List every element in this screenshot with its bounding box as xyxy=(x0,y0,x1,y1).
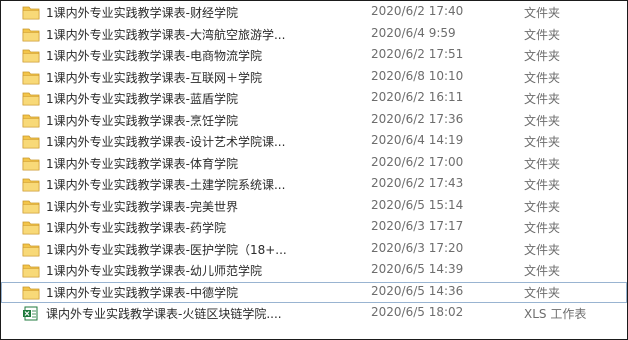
folder-icon xyxy=(22,134,40,149)
folder-icon xyxy=(22,70,40,85)
item-type: 文件夹 xyxy=(524,285,561,300)
folder-row[interactable]: 1课内外专业实践教学课表-土建学院系统课... 2020/6/2 17:43 文件夹 xyxy=(1,174,627,196)
folder-row[interactable]: 1课内外专业实践教学课表-医护学院（18+... 2020/6/3 17:20 文件… xyxy=(1,239,627,261)
item-name[interactable]: 课内外专业实践教学课表-火链区块链学院.... xyxy=(46,305,361,322)
file-list: 1课内外专业实践教学课表-财经学院 2020/6/2 17:40 文件夹 1课内外专… xyxy=(1,2,627,325)
folder-icon xyxy=(22,285,40,300)
item-date-modified: 2020/6/2 17:40 xyxy=(371,4,464,18)
item-type: 文件夹 xyxy=(524,6,561,20)
folder-icon xyxy=(22,48,40,63)
folder-row[interactable]: 1课内外专业实践教学课表-大湾航空旅游学... 2020/6/4 9:59 文件夹 xyxy=(1,24,627,46)
item-type: 文件夹 xyxy=(524,178,561,192)
folder-row[interactable]: 1课内外专业实践教学课表-财经学院 2020/6/2 17:40 文件夹 xyxy=(1,2,627,24)
folder-icon xyxy=(22,199,40,214)
folder-row[interactable]: 1课内外专业实践教学课表-设计艺术学院课... 2020/6/4 14:19 文件夹 xyxy=(1,131,627,153)
item-date-modified: 2020/6/3 17:20 xyxy=(371,240,464,255)
folder-icon xyxy=(22,113,40,128)
item-name[interactable]: 1课内外专业实践教学课表-体育学院 xyxy=(46,155,361,172)
item-type: 文件夹 xyxy=(524,113,561,128)
folder-row[interactable]: 1课内外专业实践教学课表-互联网＋学院 2020/6/8 10:10 文件夹 xyxy=(1,67,627,89)
item-type: 文件夹 xyxy=(524,70,561,85)
folder-icon xyxy=(22,242,40,257)
item-type: 文件夹 xyxy=(524,135,561,149)
item-date-modified: 2020/6/2 17:43 xyxy=(371,176,464,190)
item-date-modified: 2020/6/5 14:39 xyxy=(371,262,464,276)
item-date-modified: 2020/6/4 9:59 xyxy=(371,25,456,40)
item-type: 文件夹 xyxy=(524,242,561,257)
item-type: 文件夹 xyxy=(524,264,561,278)
item-date-modified: 2020/6/8 10:10 xyxy=(371,68,464,83)
item-name[interactable]: 1课内外专业实践教学课表-财经学院 xyxy=(46,4,361,21)
item-date-modified: 2020/6/5 14:36 xyxy=(371,283,464,298)
folder-row[interactable]: 1课内外专业实践教学课表-幼儿师范学院 2020/6/5 14:39 文件夹 xyxy=(1,260,627,282)
folder-row[interactable]: 1课内外专业实践教学课表-烹饪学院 2020/6/2 17:36 文件夹 xyxy=(1,110,627,132)
item-date-modified: 2020/6/5 18:02 xyxy=(371,305,464,319)
folder-icon xyxy=(22,156,40,171)
item-date-modified: 2020/6/4 14:19 xyxy=(371,133,464,147)
folder-icon xyxy=(22,220,40,235)
item-date-modified: 2020/6/2 17:00 xyxy=(371,154,464,169)
item-name[interactable]: 1课内外专业实践教学课表-大湾航空旅游学... xyxy=(46,26,361,43)
item-name[interactable]: 1课内外专业实践教学课表-电商物流学院 xyxy=(46,47,361,64)
item-name[interactable]: 1课内外专业实践教学课表-烹饪学院 xyxy=(46,112,361,129)
item-name[interactable]: 1课内外专业实践教学课表-蓝盾学院 xyxy=(46,90,361,107)
folder-icon xyxy=(22,177,40,192)
file-explorer-window: 1课内外专业实践教学课表-财经学院 2020/6/2 17:40 文件夹 1课内外专… xyxy=(0,0,628,340)
item-type: 文件夹 xyxy=(524,49,561,63)
item-name[interactable]: 1课内外专业实践教学课表-设计艺术学院课... xyxy=(46,133,361,150)
folder-row[interactable]: 1课内外专业实践教学课表-中德学院 2020/6/5 14:36 文件夹 xyxy=(1,281,627,303)
file-row[interactable]: 课内外专业实践教学课表-火链区块链学院.... 2020/6/5 18:02 XLS… xyxy=(1,303,627,325)
item-name[interactable]: 1课内外专业实践教学课表-中德学院 xyxy=(46,284,361,301)
item-name[interactable]: 1课内外专业实践教学课表-互联网＋学院 xyxy=(46,69,361,86)
item-type: 文件夹 xyxy=(524,221,561,235)
folder-row[interactable]: 1课内外专业实践教学课表-电商物流学院 2020/6/2 17:51 文件夹 xyxy=(1,45,627,67)
item-date-modified: 2020/6/3 17:17 xyxy=(371,219,464,233)
folder-row[interactable]: 1课内外专业实践教学课表-药学院 2020/6/3 17:17 文件夹 xyxy=(1,217,627,239)
item-type: XLS 工作表 xyxy=(524,307,587,321)
folder-row[interactable]: 1课内外专业实践教学课表-完美世界 2020/6/5 15:14 文件夹 xyxy=(1,196,627,218)
folder-row[interactable]: 1课内外专业实践教学课表-蓝盾学院 2020/6/2 16:11 文件夹 xyxy=(1,88,627,110)
excel-file-icon xyxy=(22,306,40,321)
item-name[interactable]: 1课内外专业实践教学课表-幼儿师范学院 xyxy=(46,262,361,279)
item-type: 文件夹 xyxy=(524,27,561,42)
item-date-modified: 2020/6/2 17:36 xyxy=(371,111,464,126)
item-type: 文件夹 xyxy=(524,92,561,106)
item-type: 文件夹 xyxy=(524,199,561,214)
item-date-modified: 2020/6/2 16:11 xyxy=(371,90,464,104)
folder-icon xyxy=(22,91,40,106)
item-name[interactable]: 1课内外专业实践教学课表-土建学院系统课... xyxy=(46,176,361,193)
folder-icon xyxy=(22,5,40,20)
folder-row[interactable]: 1课内外专业实践教学课表-体育学院 2020/6/2 17:00 文件夹 xyxy=(1,153,627,175)
item-type: 文件夹 xyxy=(524,156,561,171)
item-date-modified: 2020/6/5 15:14 xyxy=(371,197,464,212)
item-date-modified: 2020/6/2 17:51 xyxy=(371,47,464,61)
item-name[interactable]: 1课内外专业实践教学课表-完美世界 xyxy=(46,198,361,215)
item-name[interactable]: 1课内外专业实践教学课表-药学院 xyxy=(46,219,361,236)
folder-icon xyxy=(22,27,40,42)
folder-icon xyxy=(22,263,40,278)
item-name[interactable]: 1课内外专业实践教学课表-医护学院（18+... xyxy=(46,241,361,258)
